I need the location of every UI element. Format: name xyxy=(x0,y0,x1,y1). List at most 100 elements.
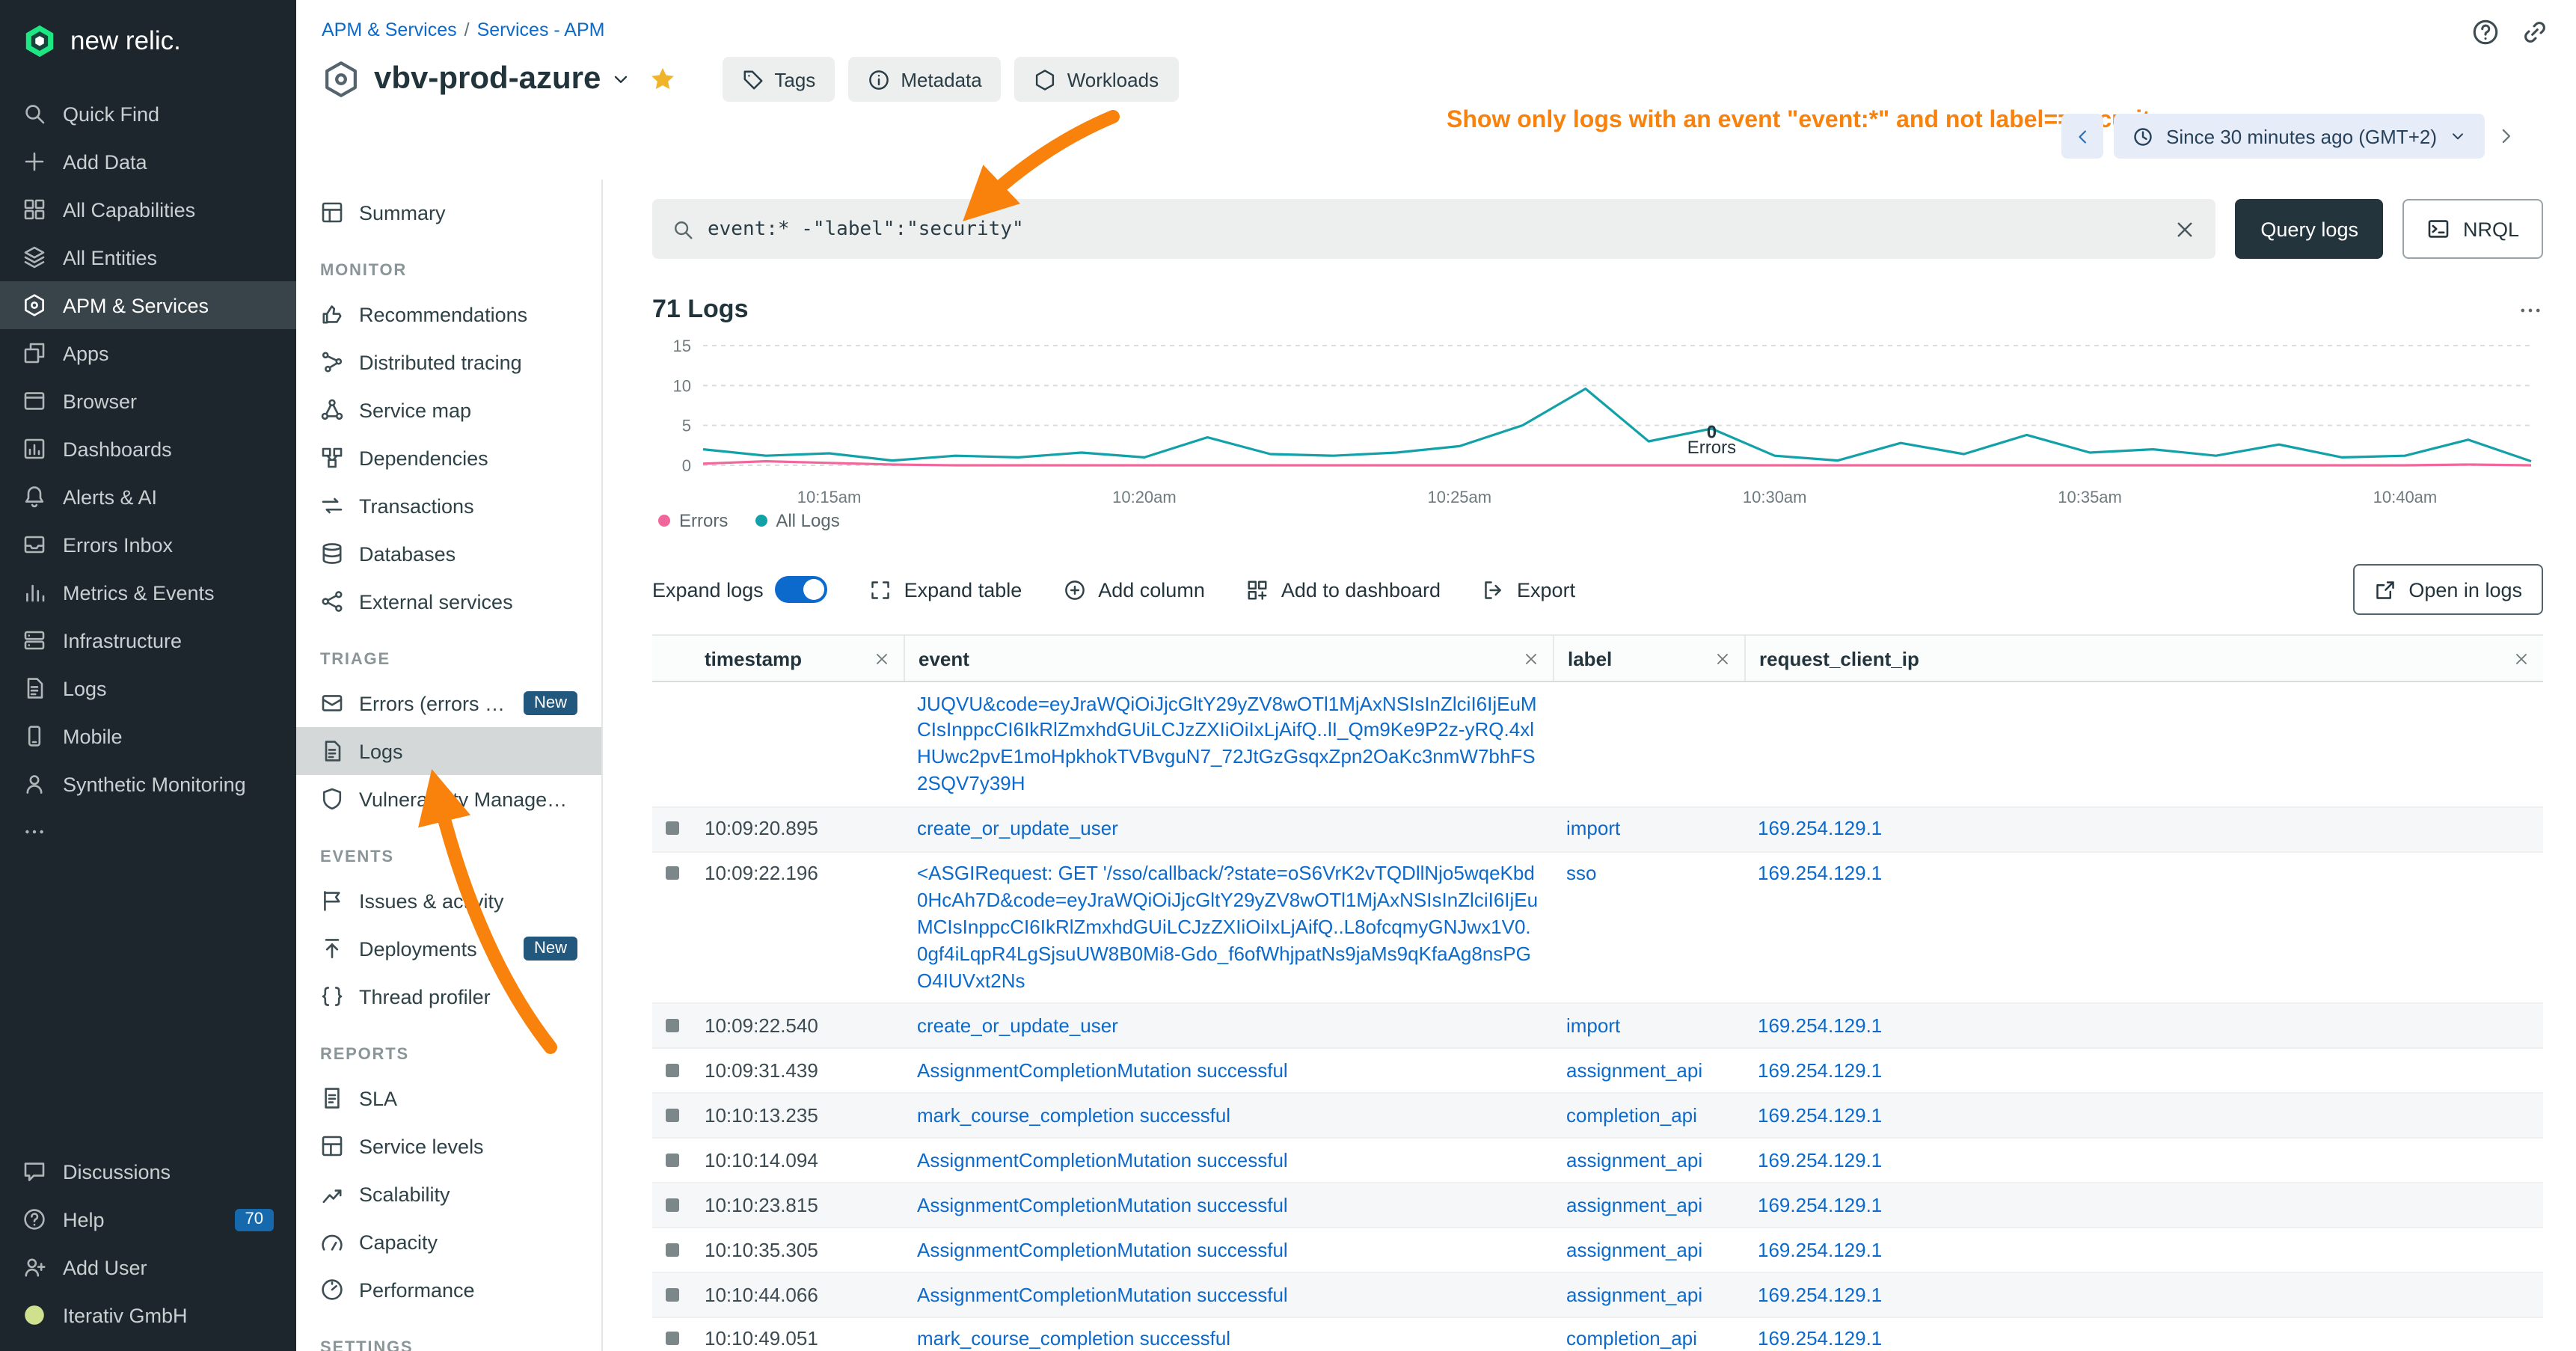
log-link[interactable]: completion_api xyxy=(1566,1328,1697,1350)
log-link[interactable]: 169.254.129.1 xyxy=(1758,1193,1882,1216)
breadcrumb-link-apm-services[interactable]: APM & Services xyxy=(322,19,457,40)
sidebar-item-more[interactable] xyxy=(0,808,296,856)
new-relic-logo[interactable]: new relic. xyxy=(0,0,296,81)
log-row[interactable]: JUQVU&code=eyJraWQiOiJjcGltY29yZV8wOTl1M… xyxy=(652,682,2543,808)
service-nav-item-scalability[interactable]: Scalability xyxy=(296,1170,601,1218)
log-row-handle[interactable] xyxy=(665,1153,678,1166)
log-link[interactable]: assignment_api xyxy=(1566,1193,1702,1216)
sidebar-item-add-data[interactable]: Add Data xyxy=(0,138,296,186)
log-row[interactable]: 10:09:22.196<ASGIRequest: GET '/sso/call… xyxy=(652,852,2543,1004)
log-link[interactable]: 169.254.129.1 xyxy=(1758,1104,1882,1127)
help-icon[interactable] xyxy=(2471,18,2500,46)
log-link[interactable]: 169.254.129.1 xyxy=(1758,818,1882,840)
sidebar-item-logs[interactable]: Logs xyxy=(0,664,296,712)
query-logs-button[interactable]: Query logs xyxy=(2235,199,2384,259)
service-nav-item-databases[interactable]: Databases xyxy=(296,530,601,578)
add-column-button[interactable]: Add column xyxy=(1064,578,1205,601)
log-row-handle[interactable] xyxy=(665,822,678,836)
service-nav-item-performance[interactable]: Performance xyxy=(296,1266,601,1314)
log-link[interactable]: 169.254.129.1 xyxy=(1758,1238,1882,1260)
service-nav-item-thread-profiler[interactable]: Thread profiler xyxy=(296,972,601,1020)
sidebar-item-all-capabilities[interactable]: All Capabilities xyxy=(0,186,296,233)
remove-column-icon[interactable] xyxy=(1523,650,1539,667)
log-link[interactable]: assignment_api xyxy=(1566,1238,1702,1260)
sidebar-item-help[interactable]: Help70 xyxy=(0,1195,296,1243)
log-row[interactable]: 10:10:44.066AssignmentCompletionMutation… xyxy=(652,1273,2543,1318)
tags-button[interactable]: Tags xyxy=(722,57,835,102)
column-header-label[interactable]: label xyxy=(1553,636,1744,681)
log-row-handle[interactable] xyxy=(665,1064,678,1077)
open-in-logs-button[interactable]: Open in logs xyxy=(2353,564,2543,615)
favorite-star-icon[interactable] xyxy=(648,66,675,93)
log-row-handle[interactable] xyxy=(665,1287,678,1301)
log-link[interactable]: 169.254.129.1 xyxy=(1758,1328,1882,1350)
service-nav-item-service-map[interactable]: Service map xyxy=(296,386,601,434)
expand-table-button[interactable]: Expand table xyxy=(870,578,1022,601)
service-nav-item-errors-errors-inb[interactable]: Errors (errors inb...New xyxy=(296,679,601,727)
log-link[interactable]: import xyxy=(1566,1014,1620,1037)
log-row[interactable]: 10:09:31.439AssignmentCompletionMutation… xyxy=(652,1050,2543,1094)
sidebar-item-discussions[interactable]: Discussions xyxy=(0,1148,296,1195)
permalink-icon[interactable] xyxy=(2521,18,2549,46)
service-nav-item-transactions[interactable]: Transactions xyxy=(296,482,601,530)
sidebar-item-add-user[interactable]: Add User xyxy=(0,1243,296,1291)
clear-query-icon[interactable] xyxy=(2174,218,2196,240)
log-link[interactable]: completion_api xyxy=(1566,1104,1697,1127)
sidebar-item-mobile[interactable]: Mobile xyxy=(0,712,296,760)
log-row[interactable]: 10:10:49.051mark_course_completion succe… xyxy=(652,1318,2543,1351)
log-link[interactable]: AssignmentCompletionMutation successful xyxy=(917,1059,1288,1082)
sidebar-item-errors-inbox[interactable]: Errors Inbox xyxy=(0,521,296,569)
service-nav-item-recommendations[interactable]: Recommendations xyxy=(296,290,601,338)
service-nav-item-distributed-tracing[interactable]: Distributed tracing xyxy=(296,338,601,386)
sidebar-item-apm-services[interactable]: APM & Services xyxy=(0,281,296,329)
log-link[interactable]: sso xyxy=(1566,862,1596,884)
log-row[interactable]: 10:09:20.895create_or_update_userimport1… xyxy=(652,808,2543,853)
log-link[interactable]: assignment_api xyxy=(1566,1283,1702,1305)
service-nav-item-service-levels[interactable]: Service levels xyxy=(296,1122,601,1170)
log-row[interactable]: 10:10:23.815AssignmentCompletionMutation… xyxy=(652,1183,2543,1228)
service-nav-item-dependencies[interactable]: Dependencies xyxy=(296,434,601,482)
log-row-handle[interactable] xyxy=(665,866,678,880)
log-row-handle[interactable] xyxy=(665,1332,678,1346)
toggle-on-icon[interactable] xyxy=(776,576,828,603)
log-link[interactable]: mark_course_completion successful xyxy=(917,1104,1230,1127)
export-button[interactable]: Export xyxy=(1482,578,1575,601)
remove-column-icon[interactable] xyxy=(2513,650,2530,667)
log-row[interactable]: 10:10:13.235mark_course_completion succe… xyxy=(652,1094,2543,1139)
legend-errors[interactable]: Errors xyxy=(658,510,728,531)
log-link[interactable]: 169.254.129.1 xyxy=(1758,862,1882,884)
service-nav-item-sla[interactable]: SLA xyxy=(296,1074,601,1122)
sidebar-item-metrics-events[interactable]: Metrics & Events xyxy=(0,569,296,616)
column-header-request-client-ip[interactable]: request_client_ip xyxy=(1744,636,2543,681)
service-nav-item-deployments[interactable]: DeploymentsNew xyxy=(296,925,601,972)
sidebar-item-all-entities[interactable]: All Entities xyxy=(0,233,296,281)
log-link[interactable]: AssignmentCompletionMutation successful xyxy=(917,1193,1288,1216)
log-link[interactable]: mark_course_completion successful xyxy=(917,1328,1230,1350)
time-range-button[interactable]: Since 30 minutes ago (GMT+2) xyxy=(2114,114,2485,159)
sidebar-item-apps[interactable]: Apps xyxy=(0,329,296,377)
service-nav-item-vulnerability-management[interactable]: Vulnerability Management xyxy=(296,775,601,823)
log-link[interactable]: import xyxy=(1566,818,1620,840)
service-nav-item-issues-activity[interactable]: Issues & activity xyxy=(296,877,601,925)
log-link[interactable]: assignment_api xyxy=(1566,1059,1702,1082)
log-query-input[interactable] xyxy=(708,218,2160,240)
service-nav-item-logs[interactable]: Logs xyxy=(296,727,601,775)
sidebar-item-synthetic-monitoring[interactable]: Synthetic Monitoring xyxy=(0,760,296,808)
nrql-button[interactable]: NRQL xyxy=(2403,199,2543,259)
metadata-button[interactable]: Metadata xyxy=(848,57,1001,102)
log-row[interactable]: 10:09:22.540create_or_update_userimport1… xyxy=(652,1005,2543,1050)
entity-switcher-chevron-icon[interactable] xyxy=(610,69,631,90)
service-nav-item-external-services[interactable]: External services xyxy=(296,578,601,625)
service-nav-item-summary[interactable]: Summary xyxy=(296,189,601,236)
column-header-timestamp[interactable]: timestamp xyxy=(691,636,904,681)
log-link[interactable]: 169.254.129.1 xyxy=(1758,1148,1882,1171)
sidebar-item-iterativ-gmbh[interactable]: Iterativ GmbH xyxy=(0,1291,296,1339)
log-link[interactable]: <ASGIRequest: GET '/sso/callback/?state=… xyxy=(917,862,1538,992)
log-query-bar[interactable] xyxy=(652,199,2215,259)
workloads-button[interactable]: Workloads xyxy=(1015,57,1178,102)
log-link[interactable]: AssignmentCompletionMutation successful xyxy=(917,1283,1288,1305)
add-to-dashboard-button[interactable]: Add to dashboard xyxy=(1247,578,1441,601)
remove-column-icon[interactable] xyxy=(1714,650,1731,667)
log-link[interactable]: 169.254.129.1 xyxy=(1758,1014,1882,1037)
sidebar-item-alerts-ai[interactable]: Alerts & AI xyxy=(0,473,296,521)
